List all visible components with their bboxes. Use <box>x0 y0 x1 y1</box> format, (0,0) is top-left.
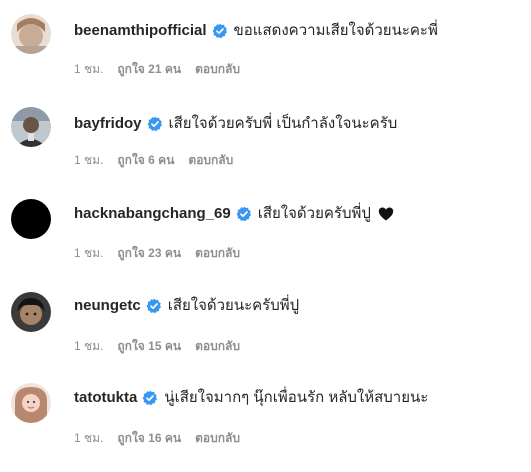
comment-line: beenamthipofficial ขอแสดงความเสียใจด้วยน… <box>74 20 438 42</box>
verified-badge-icon <box>212 23 228 39</box>
comment-item: tatotukta นู่เสียใจมากๆ นุ๊กเพื่อนรัก หล… <box>0 382 531 472</box>
username[interactable]: hacknabangchang_69 <box>74 203 231 225</box>
comment-meta: 1 ชม. ถูกใจ 15 คน ตอบกลับ <box>74 338 240 354</box>
likes-count[interactable]: ถูกใจ 15 คน <box>117 338 181 354</box>
comment-list: beenamthipofficial ขอแสดงความเสียใจด้วยน… <box>0 0 531 453</box>
avatar[interactable] <box>11 199 51 239</box>
comment-time[interactable]: 1 ชม. <box>74 338 103 354</box>
username[interactable]: neungetc <box>74 295 141 317</box>
comment-line: hacknabangchang_69 เสียใจด้วยครับพี่ปู <box>74 203 394 225</box>
comment-text: ขอแสดงความเสียใจด้วยนะคะพี่ <box>233 22 438 39</box>
comment-text: เสียใจด้วยนะครับพี่ปู <box>167 297 300 314</box>
avatar-black-icon <box>11 199 51 239</box>
likes-count[interactable]: ถูกใจ 23 คน <box>117 245 181 261</box>
avatar[interactable] <box>11 107 51 147</box>
comment-item: neungetc เสียใจด้วยนะครับพี่ปู 1 ชม. ถูก… <box>0 290 531 380</box>
likes-count[interactable]: ถูกใจ 21 คน <box>117 61 181 77</box>
comment-item: hacknabangchang_69 เสียใจด้วยครับพี่ปู 1… <box>0 198 531 288</box>
username[interactable]: bayfridoy <box>74 113 142 135</box>
comment-meta: 1 ชม. ถูกใจ 6 คน ตอบกลับ <box>74 152 233 168</box>
avatar-photo-icon <box>11 292 51 332</box>
comment-line: tatotukta นู่เสียใจมากๆ นุ๊กเพื่อนรัก หล… <box>74 387 428 409</box>
reply-button[interactable]: ตอบกลับ <box>195 61 240 77</box>
likes-count[interactable]: ถูกใจ 16 คน <box>117 430 181 446</box>
avatar[interactable] <box>11 292 51 332</box>
likes-count[interactable]: ถูกใจ 6 คน <box>117 152 174 168</box>
comment-text: เสียใจด้วยครับพี่ปู <box>257 205 371 222</box>
comment-line: neungetc เสียใจด้วยนะครับพี่ปู <box>74 295 299 317</box>
verified-badge-icon <box>142 390 158 406</box>
verified-badge-icon <box>146 298 162 314</box>
black-heart-icon <box>378 206 394 222</box>
comment-meta: 1 ชม. ถูกใจ 23 คน ตอบกลับ <box>74 245 240 261</box>
verified-badge-icon <box>236 206 252 222</box>
comment-meta: 1 ชม. ถูกใจ 21 คน ตอบกลับ <box>74 61 240 77</box>
verified-badge-icon <box>147 116 163 132</box>
reply-button[interactable]: ตอบกลับ <box>195 245 240 261</box>
avatar-photo-icon <box>11 107 51 147</box>
reply-button[interactable]: ตอบกลับ <box>195 430 240 446</box>
comment-time[interactable]: 1 ชม. <box>74 245 103 261</box>
comment-text: เสียใจด้วยครับพี่ เป็นกำลังใจนะครับ <box>168 115 398 132</box>
avatar-photo-icon <box>11 383 51 423</box>
comment-item: bayfridoy เสียใจด้วยครับพี่ เป็นกำลังใจน… <box>0 107 531 197</box>
avatar[interactable] <box>11 14 51 54</box>
reply-button[interactable]: ตอบกลับ <box>195 338 240 354</box>
comment-text: นู่เสียใจมากๆ นุ๊กเพื่อนรัก หลับให้สบายน… <box>164 389 429 406</box>
comment-time[interactable]: 1 ชม. <box>74 430 103 446</box>
reply-button[interactable]: ตอบกลับ <box>188 152 233 168</box>
comment-time[interactable]: 1 ชม. <box>74 61 103 77</box>
username[interactable]: tatotukta <box>74 387 137 409</box>
comment-meta: 1 ชม. ถูกใจ 16 คน ตอบกลับ <box>74 430 240 446</box>
comment-item: beenamthipofficial ขอแสดงความเสียใจด้วยน… <box>0 14 531 104</box>
comment-time[interactable]: 1 ชม. <box>74 152 103 168</box>
avatar-photo-icon <box>11 14 51 54</box>
avatar[interactable] <box>11 383 51 423</box>
username[interactable]: beenamthipofficial <box>74 20 207 42</box>
comment-line: bayfridoy เสียใจด้วยครับพี่ เป็นกำลังใจน… <box>74 113 397 135</box>
